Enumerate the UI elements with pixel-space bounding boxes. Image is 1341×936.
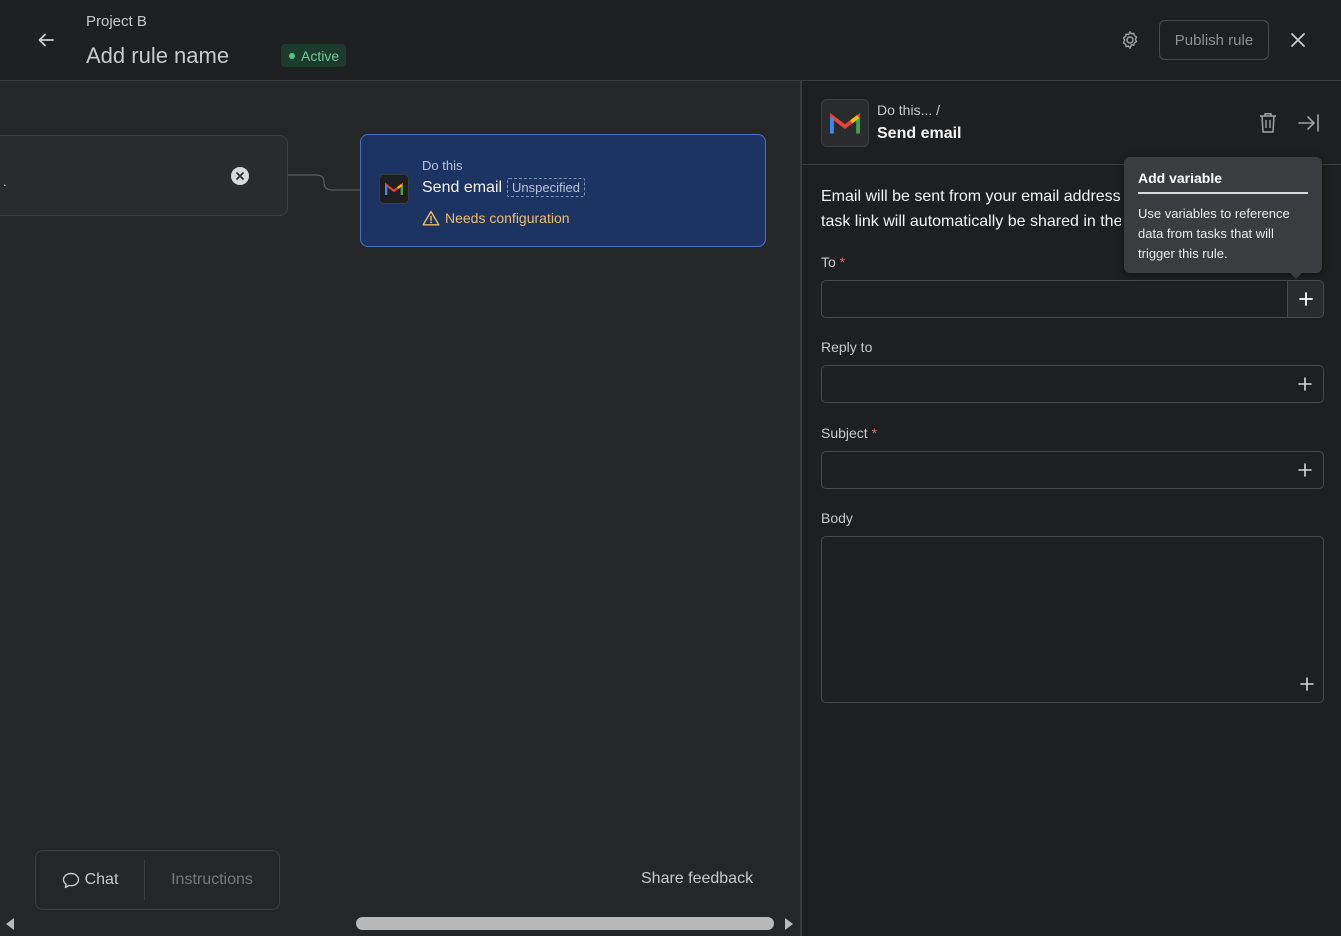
instructions-button[interactable]: Instructions: [145, 851, 279, 909]
required-mark: *: [839, 254, 846, 270]
warning-text: Needs configuration: [445, 210, 570, 226]
settings-button[interactable]: [1116, 26, 1144, 54]
trash-icon[interactable]: [1257, 111, 1279, 135]
tooltip-body: Use variables to reference data from tas…: [1138, 206, 1290, 261]
required-mark: *: [871, 425, 878, 441]
tooltip-arrow: [1289, 272, 1303, 279]
status-dot-icon: [289, 52, 295, 59]
plus-icon: [1298, 463, 1312, 477]
body-add-variable-button[interactable]: [1297, 674, 1317, 694]
action-title-text: Send email: [422, 178, 503, 196]
trigger-text: .: [3, 174, 7, 189]
chat-label: Chat: [84, 871, 119, 888]
reply-to-label: Reply to: [821, 339, 873, 355]
rule-name-input[interactable]: Add rule name: [86, 43, 229, 69]
back-button[interactable]: [32, 26, 60, 54]
to-add-variable-button[interactable]: [1287, 281, 1323, 317]
chat-button[interactable]: Chat: [36, 851, 144, 909]
share-feedback-link[interactable]: Share feedback: [641, 870, 753, 888]
connector-line: [288, 174, 362, 191]
to-field[interactable]: [821, 280, 1324, 318]
body-field[interactable]: [821, 536, 1324, 703]
publish-rule-button[interactable]: Publish rule: [1159, 20, 1269, 60]
horizontal-scrollbar-thumb[interactable]: [356, 917, 774, 930]
plus-icon: [1298, 292, 1313, 306]
collapse-panel-icon[interactable]: [1297, 111, 1321, 135]
close-icon: [1291, 33, 1305, 47]
panel-header: Do this... / Send email: [802, 81, 1341, 165]
scroll-left-arrow-icon[interactable]: [4, 917, 16, 931]
panel-title: Send email: [877, 125, 962, 142]
plus-icon: [1298, 377, 1312, 391]
subject-label-text: Subject: [821, 425, 868, 441]
gmail-logo-icon: [821, 99, 869, 147]
bottom-toolbar: Chat Instructions: [35, 850, 280, 910]
subject-field[interactable]: [821, 451, 1324, 489]
subject-add-variable-button[interactable]: [1287, 452, 1323, 488]
needs-configuration-warning: Needs configuration: [422, 210, 570, 226]
status-badge[interactable]: Active: [281, 44, 347, 67]
reply-to-add-variable-button[interactable]: [1287, 366, 1323, 402]
panel-breadcrumb[interactable]: Do this... /: [877, 102, 940, 118]
tooltip-title: Add variable: [1138, 170, 1308, 194]
rule-canvas[interactable]: . Do this Send email Unspecified Needs c…: [0, 81, 800, 936]
header: Project B Add rule name Active Publish r…: [0, 0, 1341, 81]
gear-icon: [1122, 31, 1138, 49]
body-label: Body: [821, 510, 853, 526]
action-title: Send email Unspecified: [422, 178, 585, 197]
trigger-card[interactable]: .: [0, 135, 288, 216]
project-name[interactable]: Project B: [86, 13, 147, 30]
description-line-1: Email will be sent from your email addre…: [821, 188, 1121, 205]
plus-icon: [1300, 677, 1314, 691]
action-card-send-email[interactable]: Do this Send email Unspecified Needs con…: [360, 134, 766, 247]
to-label-text: To: [821, 254, 836, 270]
arrow-left-icon: [38, 33, 54, 47]
unspecified-badge: Unspecified: [507, 178, 585, 197]
warning-icon: [422, 210, 440, 226]
subject-label: Subject *: [821, 425, 877, 441]
description-line-2: task link will automatically be shared i…: [821, 213, 1121, 230]
add-variable-tooltip: Add variable Use variables to reference …: [1124, 157, 1322, 273]
scroll-right-arrow-icon[interactable]: [783, 917, 795, 931]
panel-description: Email will be sent from your email addre…: [821, 184, 1121, 234]
close-button[interactable]: [1284, 26, 1312, 54]
status-text: Active: [301, 47, 340, 64]
close-circle-icon: [236, 172, 244, 180]
gmail-icon: [379, 174, 409, 204]
to-label: To *: [821, 254, 845, 270]
chat-bubble-icon: [62, 872, 79, 888]
reply-to-field[interactable]: [821, 365, 1324, 403]
remove-trigger-button[interactable]: [231, 167, 249, 185]
action-step-label: Do this: [422, 158, 463, 173]
